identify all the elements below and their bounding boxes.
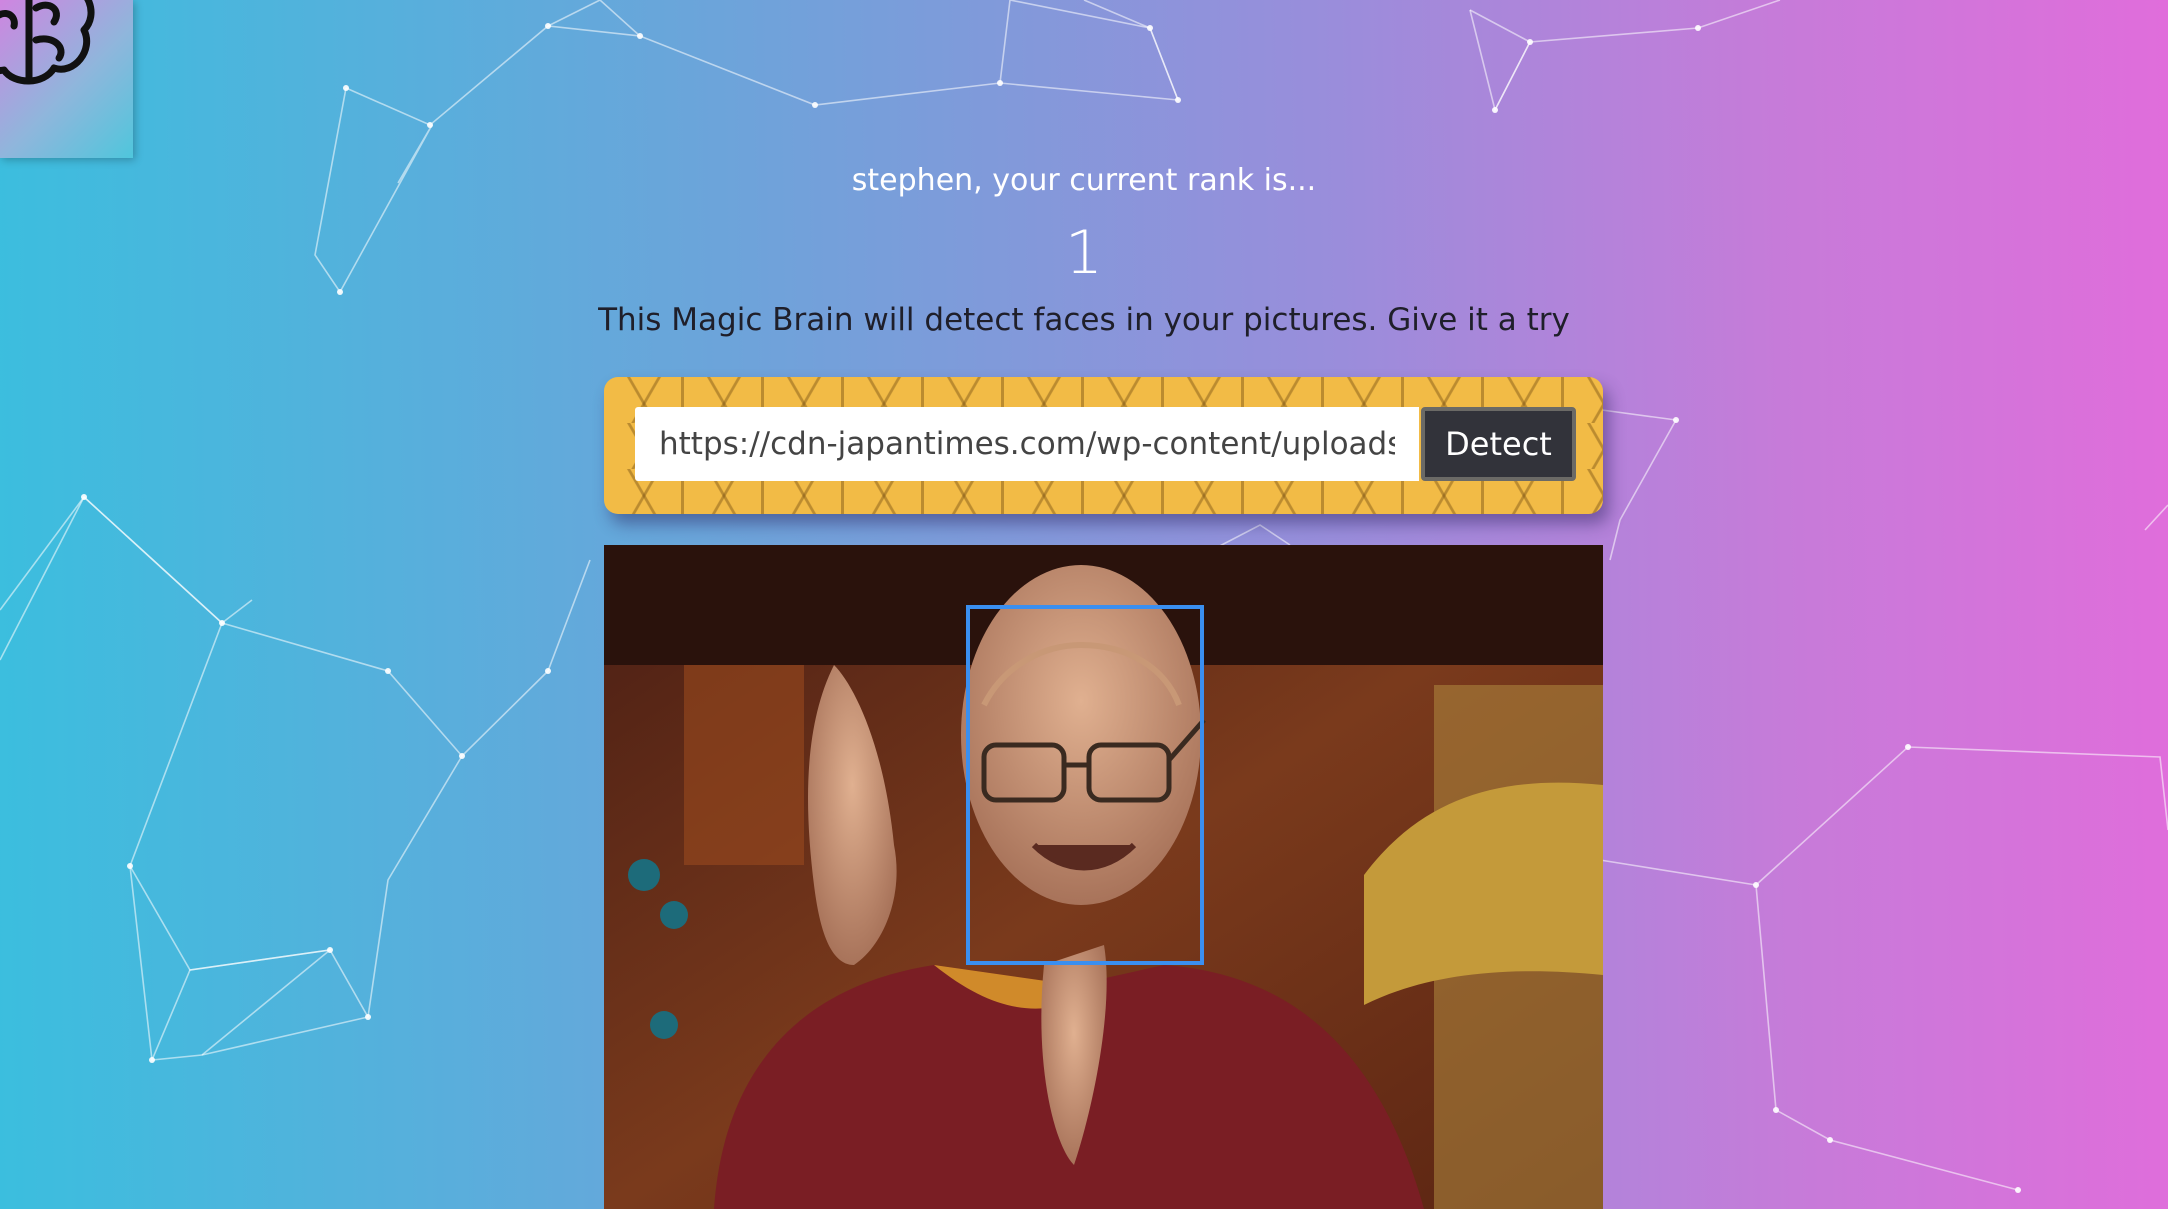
- brain-icon: [0, 0, 95, 85]
- face-bounding-box: [966, 605, 1204, 965]
- detect-button[interactable]: Detect: [1421, 407, 1576, 481]
- image-url-form: Detect: [604, 377, 1603, 514]
- logo-tile[interactable]: [0, 0, 133, 158]
- rank-message: stephen, your current rank is...: [851, 163, 1317, 198]
- rank-value: 1: [1064, 218, 1104, 288]
- image-url-input[interactable]: [635, 407, 1419, 481]
- tagline: This Magic Brain will detect faces in yo…: [598, 302, 1570, 338]
- detected-image: [604, 545, 1603, 1209]
